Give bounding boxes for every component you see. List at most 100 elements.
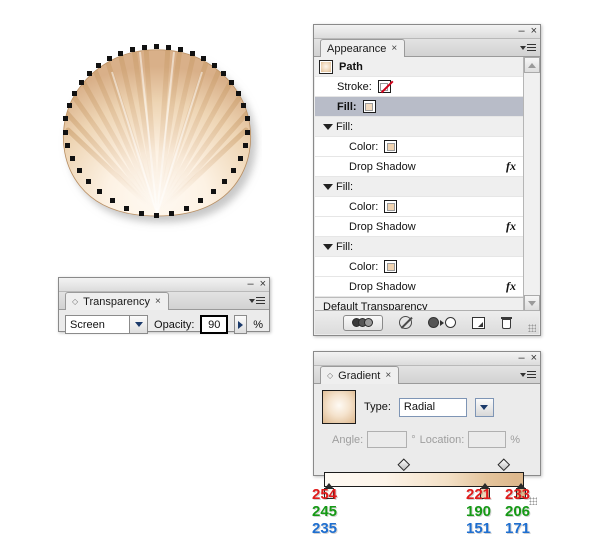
blend-mode-select[interactable]: Screen <box>65 315 149 334</box>
minimize-icon[interactable]: – <box>518 26 524 37</box>
minimize-icon[interactable]: – <box>247 279 253 290</box>
appearance-row-color-2[interactable]: Color: <box>315 197 523 217</box>
transparency-window-buttons: – × <box>247 278 266 291</box>
appearance-row-fill-group-3[interactable]: Fill: <box>315 237 523 257</box>
appearance-panel[interactable]: – × Appearance × Path Stroke: Fill: Fill… <box>313 24 541 336</box>
tab-gradient[interactable]: ◇ Gradient × <box>320 366 400 384</box>
appearance-row-label: Stroke: <box>337 80 372 93</box>
opacity-input[interactable]: 90 <box>200 315 229 334</box>
appearance-row-color-1[interactable]: Color: <box>315 137 523 157</box>
fx-icon[interactable]: fx <box>506 219 516 234</box>
close-icon[interactable]: × <box>531 353 537 364</box>
chevron-down-icon[interactable] <box>129 316 148 333</box>
gradient-midpoint-1[interactable] <box>397 458 411 472</box>
fill-swatch[interactable] <box>362 100 376 113</box>
duplicate-selected-item-icon[interactable] <box>471 316 485 329</box>
chevron-down-icon[interactable] <box>474 397 494 417</box>
panel-menu-icon[interactable] <box>520 368 536 381</box>
color-swatch[interactable] <box>384 260 398 273</box>
scroll-up-icon[interactable] <box>524 57 540 73</box>
gradient-angle-location-row: Angle: ° Location: % <box>322 431 532 448</box>
resize-grip[interactable] <box>529 497 537 505</box>
color-swatch[interactable] <box>384 140 398 153</box>
fx-icon[interactable]: fx <box>506 159 516 174</box>
reduce-to-basic-appearance-icon[interactable] <box>427 317 456 328</box>
tab-transparency-label: Transparency <box>83 295 150 308</box>
appearance-row-drop-shadow-2[interactable]: Drop Shadow fx <box>315 217 523 237</box>
gradient-panel[interactable]: – × ◇ Gradient × Type: Radial Angle: ° L… <box>313 351 541 505</box>
appearance-row-label: Color: <box>349 200 379 213</box>
green-value: 245 <box>312 503 338 520</box>
appearance-row-drop-shadow-3[interactable]: Drop Shadow fx <box>315 277 523 297</box>
tab-close-icon[interactable]: × <box>155 296 161 307</box>
disclosure-triangle-icon[interactable] <box>323 123 333 130</box>
appearance-body: Path Stroke: Fill: Fill: Color: Drop Sha… <box>314 57 540 335</box>
tab-close-icon[interactable]: × <box>385 370 391 381</box>
fx-icon[interactable]: fx <box>506 279 516 294</box>
appearance-row-label: Drop Shadow <box>349 160 416 173</box>
appearance-tabrow: Appearance × <box>314 39 540 57</box>
color-readout-left: 254 245 235 <box>312 486 337 537</box>
shell-artwork[interactable] <box>52 38 262 243</box>
resize-grip[interactable] <box>528 324 536 332</box>
panel-menu-icon[interactable] <box>520 41 536 54</box>
appearance-row-fill-group-2[interactable]: Fill: <box>315 177 523 197</box>
scroll-down-icon[interactable] <box>524 295 540 311</box>
gradient-midpoint-2[interactable] <box>497 458 511 472</box>
appearance-row-fill-selected[interactable]: Fill: <box>315 97 523 117</box>
delete-selected-item-icon[interactable] <box>500 316 512 329</box>
diamond-icon: ◇ <box>327 371 334 380</box>
appearance-row-label: Color: <box>349 260 379 273</box>
clear-appearance-icon[interactable] <box>398 316 412 329</box>
gradient-type-select[interactable]: Radial <box>398 397 467 417</box>
stroke-swatch-none[interactable] <box>377 80 391 93</box>
close-icon[interactable]: × <box>531 26 537 37</box>
opacity-stepper-icon[interactable] <box>234 315 248 334</box>
appearance-row-label: Color: <box>349 140 379 153</box>
degree-symbol: ° <box>411 433 416 446</box>
appearance-scrollbar[interactable] <box>523 57 540 311</box>
appearance-list[interactable]: Path Stroke: Fill: Fill: Color: Drop Sha… <box>315 57 524 317</box>
appearance-row-path[interactable]: Path <box>315 57 523 77</box>
color-swatch[interactable] <box>384 200 398 213</box>
appearance-row-drop-shadow-1[interactable]: Drop Shadow fx <box>315 157 523 177</box>
gradient-location-input[interactable] <box>468 431 507 448</box>
gradient-preview-bar[interactable] <box>324 472 524 487</box>
chevron-down-icon <box>249 298 255 303</box>
gradient-thumbnail[interactable] <box>322 390 356 424</box>
gradient-titlebar[interactable]: – × <box>314 352 540 366</box>
transparency-tabrow: ◇ Transparency × <box>59 292 269 310</box>
gradient-percent-label: % <box>510 433 521 446</box>
green-value: 190 <box>466 503 492 520</box>
panel-menu-icon[interactable] <box>249 294 265 307</box>
chevron-down-icon <box>520 372 526 377</box>
red-value: 254 <box>312 486 338 503</box>
tab-appearance-label: Appearance <box>327 42 387 55</box>
appearance-row-fill-group-1[interactable]: Fill: <box>315 117 523 137</box>
tab-appearance[interactable]: Appearance × <box>320 39 406 57</box>
minimize-icon[interactable]: – <box>518 353 524 364</box>
blue-value: 235 <box>312 520 338 537</box>
color-readout-mid: 221 190 151 <box>466 486 491 537</box>
disclosure-triangle-icon[interactable] <box>323 243 333 250</box>
disclosure-triangle-icon[interactable] <box>323 183 333 190</box>
close-icon[interactable]: × <box>260 279 266 290</box>
tab-close-icon[interactable]: × <box>391 43 397 54</box>
blue-value: 151 <box>466 520 492 537</box>
transparency-titlebar[interactable]: – × <box>59 278 269 292</box>
appearance-row-label: Drop Shadow <box>349 220 416 233</box>
diamond-icon: ◇ <box>72 297 79 306</box>
appearance-row-label: Fill: <box>336 180 354 193</box>
gradient-location-label: Location: <box>419 433 465 446</box>
gradient-angle-input[interactable] <box>367 431 408 448</box>
appearance-row-color-3[interactable]: Color: <box>315 257 523 277</box>
appearance-row-label: Path <box>339 60 363 73</box>
green-value: 206 <box>505 503 531 520</box>
transparency-panel[interactable]: – × ◇ Transparency × Screen Opacity: 90 … <box>58 277 270 334</box>
tab-transparency[interactable]: ◇ Transparency × <box>65 292 169 310</box>
appearance-titlebar[interactable]: – × <box>314 25 540 39</box>
gradient-slider[interactable] <box>324 458 526 499</box>
new-art-has-basic-appearance-icon[interactable] <box>342 314 383 331</box>
opacity-label: Opacity: <box>154 318 195 331</box>
appearance-row-stroke[interactable]: Stroke: <box>315 77 523 97</box>
